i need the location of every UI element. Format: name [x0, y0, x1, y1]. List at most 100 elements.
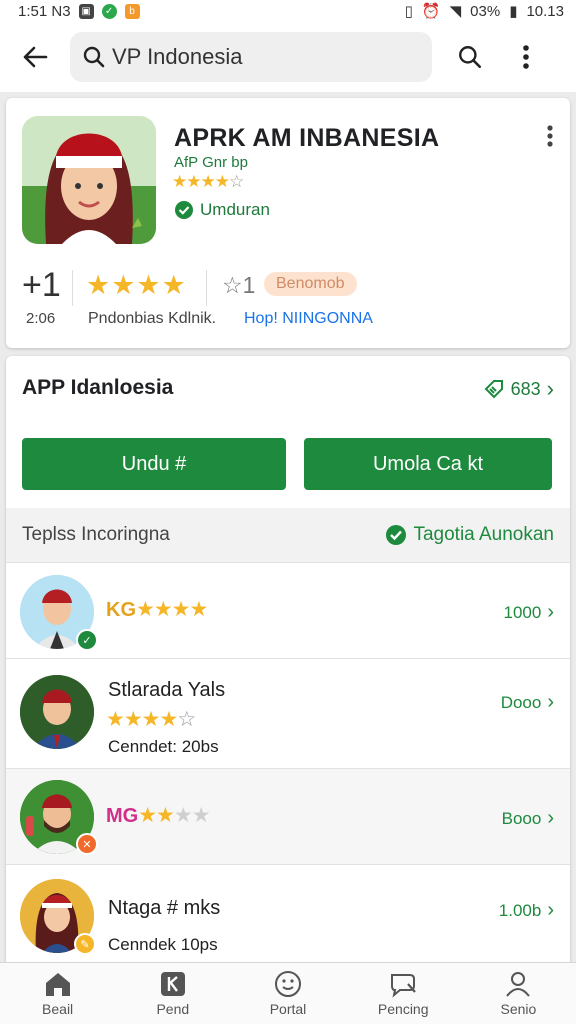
status-time: 1:51 N3 [18, 2, 71, 20]
verified-label: Umduran [200, 200, 270, 219]
row-value[interactable]: Booo › [502, 807, 554, 830]
app-more-button[interactable] [546, 124, 554, 153]
row-rating: KG★★★★ [106, 598, 208, 621]
row-subtext: Cenndet: 20bs [108, 737, 219, 756]
row-name: Ntaga # mks [108, 897, 221, 919]
primary-button[interactable]: Undu # [22, 438, 286, 490]
check-circle-icon [175, 201, 193, 219]
sub-header-action[interactable]: Tagotia Aunokan [385, 524, 554, 546]
star-outline-icon: ☆1 [222, 272, 256, 298]
vibrate-icon: ▯ [404, 3, 413, 20]
notification-icon: b [124, 3, 140, 19]
row-value[interactable]: 1000 › [504, 601, 555, 624]
secondary-button[interactable]: Umola Ca kt [304, 438, 552, 490]
chat-icon [391, 974, 417, 998]
arrow-left-icon [23, 46, 48, 68]
section-title: APP Idanloesia [22, 376, 174, 399]
nav-label: Senio [500, 1001, 537, 1017]
avatar [20, 675, 94, 749]
rating-stars: ★★★★ [86, 270, 187, 300]
chevron-right-icon: › [547, 691, 554, 713]
status-clock: 10.13 [526, 2, 564, 20]
badge-check-icon: ✓ [76, 629, 98, 651]
search-query: VP Indonesia [112, 44, 243, 69]
overflow-menu-button[interactable] [498, 44, 554, 70]
list-item[interactable]: ✓ KG★★★★ 1000 › [6, 562, 570, 658]
chevron-right-icon: › [547, 899, 554, 921]
badge-flag-icon: ✕ [76, 833, 98, 855]
app-title: APRK AM INBANESIA [174, 124, 440, 152]
section-link-count: 683 [510, 378, 541, 399]
battery-percent: 03% [470, 2, 501, 20]
smiley-icon [275, 971, 301, 997]
content-rating-link[interactable]: Hop! NIINGONNA [244, 310, 373, 328]
nav-label: Pencing [377, 1001, 429, 1017]
alarm-icon: ⏰ [421, 3, 441, 20]
row-name: KG [106, 599, 136, 621]
row-value[interactable]: 1.00b › [499, 899, 554, 922]
section-link[interactable]: 683 › [483, 376, 554, 402]
reviews-card: APP Idanloesia 683 › Undu # Umola Ca kt … [6, 356, 570, 1024]
more-vert-icon [547, 125, 553, 147]
avatar-image [20, 675, 94, 749]
row-value-label: Booo [501, 808, 542, 828]
row-value[interactable]: Dooo › [501, 691, 554, 714]
app-rating-stars: ★★★★☆ [172, 172, 244, 191]
chevron-right-icon: › [547, 601, 554, 623]
search-button[interactable] [442, 44, 498, 70]
row-name: Stlarada Yals [108, 679, 226, 701]
bottom-nav: Beail Pend Portal Pencing Senio [0, 962, 576, 1024]
stat-age-value: 1 [242, 272, 256, 298]
tag-icon [484, 380, 503, 399]
verified-status: Umduran [174, 200, 270, 220]
search-icon [83, 46, 105, 68]
chevron-right-icon: › [546, 376, 554, 401]
message-icon: ✓ [101, 3, 117, 19]
back-button[interactable] [0, 43, 70, 71]
row-rating: ★★★★☆ [106, 708, 196, 731]
stat-installs-value: +1 [22, 266, 61, 304]
sub-header: Teplss Incoringna Tagotia Aunokan [6, 508, 570, 562]
app-card: APRK AM INBANESIA AfP Gnr bp ★★★★☆ Umdur… [6, 98, 570, 348]
divider [72, 270, 73, 306]
nav-item-senio[interactable]: Senio [461, 963, 576, 1024]
sub-header-action-label: Tagotia Aunokan [413, 524, 554, 545]
search-box[interactable]: VP Indonesia [70, 32, 432, 82]
divider [206, 270, 207, 306]
nav-label: Pend [156, 1001, 190, 1017]
row-rating: MG★★★★ [106, 804, 211, 827]
nav-label: Portal [269, 1001, 307, 1017]
gallery-icon: ▣ [78, 3, 94, 19]
nav-item-pencing[interactable]: Pencing [346, 963, 461, 1024]
bookmark-icon [160, 972, 185, 996]
nav-item-home[interactable]: Beail [0, 963, 115, 1024]
app-icon[interactable] [22, 116, 156, 244]
list-item[interactable]: ✎ Ntaga # mks Cenndek 10ps 1.00b › [6, 864, 570, 974]
row-value-label: Dooo [500, 692, 542, 712]
badge-edit-icon: ✎ [74, 933, 96, 955]
check-circle-icon [386, 525, 407, 545]
nav-item-pend[interactable]: Pend [115, 963, 230, 1024]
row-value-label: 1000 [503, 602, 542, 622]
stat-installs-label: 2:06 [26, 310, 56, 327]
search-icon [459, 46, 482, 69]
row-name: MG [106, 805, 139, 827]
list-item[interactable]: ✕ MG★★★★ Booo › [6, 768, 570, 864]
nav-item-portal[interactable]: Portal [230, 963, 345, 1024]
app-bar: VP Indonesia [0, 22, 576, 92]
content-badge: Benomob [264, 272, 357, 296]
rating-label: Pndonbias Kdlnik. [88, 310, 217, 327]
row-value-label: 1.00b [498, 900, 542, 920]
sub-header-label: Teplss Incoringna [22, 524, 170, 545]
home-icon [45, 973, 70, 996]
row-subtext: Cenndek 10ps [108, 935, 218, 954]
list-item[interactable]: Stlarada Yals ★★★★☆ Cenndet: 20bs Dooo › [6, 658, 570, 768]
battery-icon: ▮ [509, 3, 518, 20]
more-vert-icon [523, 45, 529, 69]
wifi-icon: ◥ [449, 3, 462, 20]
developer-name[interactable]: AfP Gnr bp [174, 154, 248, 171]
app-icon-image [22, 116, 156, 244]
nav-label: Beail [42, 1001, 74, 1017]
status-bar: 1:51 N3 ▣ ✓ b ▯ ⏰ ◥ 03% ▮ 10.13 [0, 0, 576, 22]
person-icon [506, 972, 531, 997]
